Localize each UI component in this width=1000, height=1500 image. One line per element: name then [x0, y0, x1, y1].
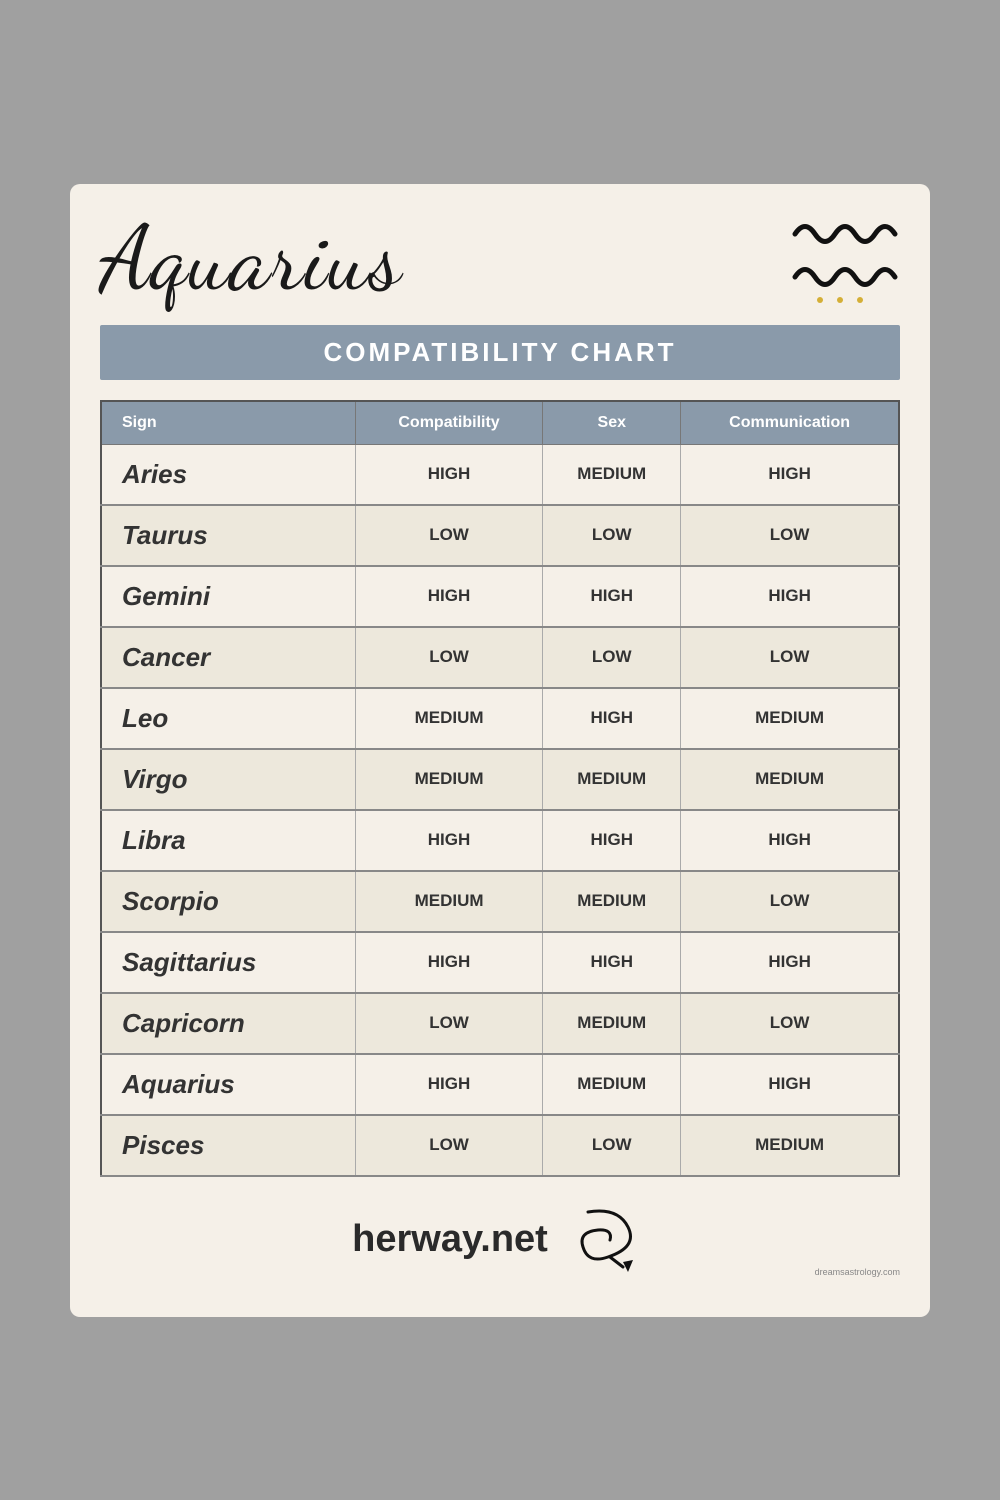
sign-cell: Gemini [101, 566, 355, 627]
table-row: PiscesLOWLOWMEDIUM [101, 1115, 899, 1176]
sex-cell: LOW [543, 1115, 681, 1176]
sex-cell: MEDIUM [543, 871, 681, 932]
sign-cell: Aries [101, 444, 355, 505]
sign-cell: Virgo [101, 749, 355, 810]
communication-cell: LOW [681, 505, 899, 566]
table-row: TaurusLOWLOWLOW [101, 505, 899, 566]
sex-cell: LOW [543, 505, 681, 566]
compatibility-cell: HIGH [355, 1054, 543, 1115]
watermark-text: dreamsastrology.com [815, 1267, 900, 1277]
aquarius-symbol-icon [790, 214, 900, 305]
col-header-compatibility: Compatibility [355, 401, 543, 445]
chart-banner: COMPATIBILITY CHART [100, 325, 900, 380]
swirl-icon [568, 1202, 648, 1277]
page-title: Aquarius [100, 214, 403, 304]
communication-cell: MEDIUM [681, 1115, 899, 1176]
table-row: ScorpioMEDIUMMEDIUMLOW [101, 871, 899, 932]
compatibility-cell: MEDIUM [355, 871, 543, 932]
sex-cell: HIGH [543, 810, 681, 871]
sex-cell: MEDIUM [543, 444, 681, 505]
sign-cell: Aquarius [101, 1054, 355, 1115]
compatibility-cell: LOW [355, 505, 543, 566]
sex-cell: HIGH [543, 688, 681, 749]
table-row: SagittariusHIGHHIGHHIGH [101, 932, 899, 993]
communication-cell: MEDIUM [681, 749, 899, 810]
compatibility-cell: HIGH [355, 566, 543, 627]
col-header-sign: Sign [101, 401, 355, 445]
communication-cell: MEDIUM [681, 688, 899, 749]
communication-cell: HIGH [681, 444, 899, 505]
sex-cell: MEDIUM [543, 1054, 681, 1115]
table-row: LeoMEDIUMHIGHMEDIUM [101, 688, 899, 749]
compatibility-cell: MEDIUM [355, 688, 543, 749]
communication-cell: LOW [681, 871, 899, 932]
table-row: AquariusHIGHMEDIUMHIGH [101, 1054, 899, 1115]
sex-cell: HIGH [543, 932, 681, 993]
col-header-communication: Communication [681, 401, 899, 445]
sign-cell: Leo [101, 688, 355, 749]
table-row: VirgoMEDIUMMEDIUMMEDIUM [101, 749, 899, 810]
sign-cell: Taurus [101, 505, 355, 566]
sign-cell: Cancer [101, 627, 355, 688]
communication-cell: HIGH [681, 810, 899, 871]
communication-cell: LOW [681, 627, 899, 688]
sign-cell: Pisces [101, 1115, 355, 1176]
compatibility-table: Sign Compatibility Sex Communication Ari… [100, 400, 900, 1177]
table-row: GeminiHIGHHIGHHIGH [101, 566, 899, 627]
sign-cell: Sagittarius [101, 932, 355, 993]
sex-cell: LOW [543, 627, 681, 688]
table-row: CancerLOWLOWLOW [101, 627, 899, 688]
compatibility-cell: HIGH [355, 810, 543, 871]
sign-cell: Scorpio [101, 871, 355, 932]
header: Aquarius [100, 214, 900, 315]
communication-cell: LOW [681, 993, 899, 1054]
communication-cell: HIGH [681, 932, 899, 993]
sign-cell: Libra [101, 810, 355, 871]
compatibility-cell: HIGH [355, 444, 543, 505]
communication-cell: HIGH [681, 566, 899, 627]
footer-domain: herway.net [352, 1218, 548, 1261]
sex-cell: MEDIUM [543, 749, 681, 810]
main-card: Aquarius COMPATIBILITY CHART Sign Compat… [70, 184, 930, 1317]
sex-cell: HIGH [543, 566, 681, 627]
table-row: LibraHIGHHIGHHIGH [101, 810, 899, 871]
compatibility-cell: LOW [355, 1115, 543, 1176]
compatibility-cell: LOW [355, 993, 543, 1054]
sign-cell: Capricorn [101, 993, 355, 1054]
table-row: AriesHIGHMEDIUMHIGH [101, 444, 899, 505]
table-row: CapricornLOWMEDIUMLOW [101, 993, 899, 1054]
compatibility-cell: MEDIUM [355, 749, 543, 810]
compatibility-cell: LOW [355, 627, 543, 688]
footer: herway.net dreamsastrology.com [100, 1202, 900, 1277]
compatibility-cell: HIGH [355, 932, 543, 993]
communication-cell: HIGH [681, 1054, 899, 1115]
col-header-sex: Sex [543, 401, 681, 445]
sex-cell: MEDIUM [543, 993, 681, 1054]
